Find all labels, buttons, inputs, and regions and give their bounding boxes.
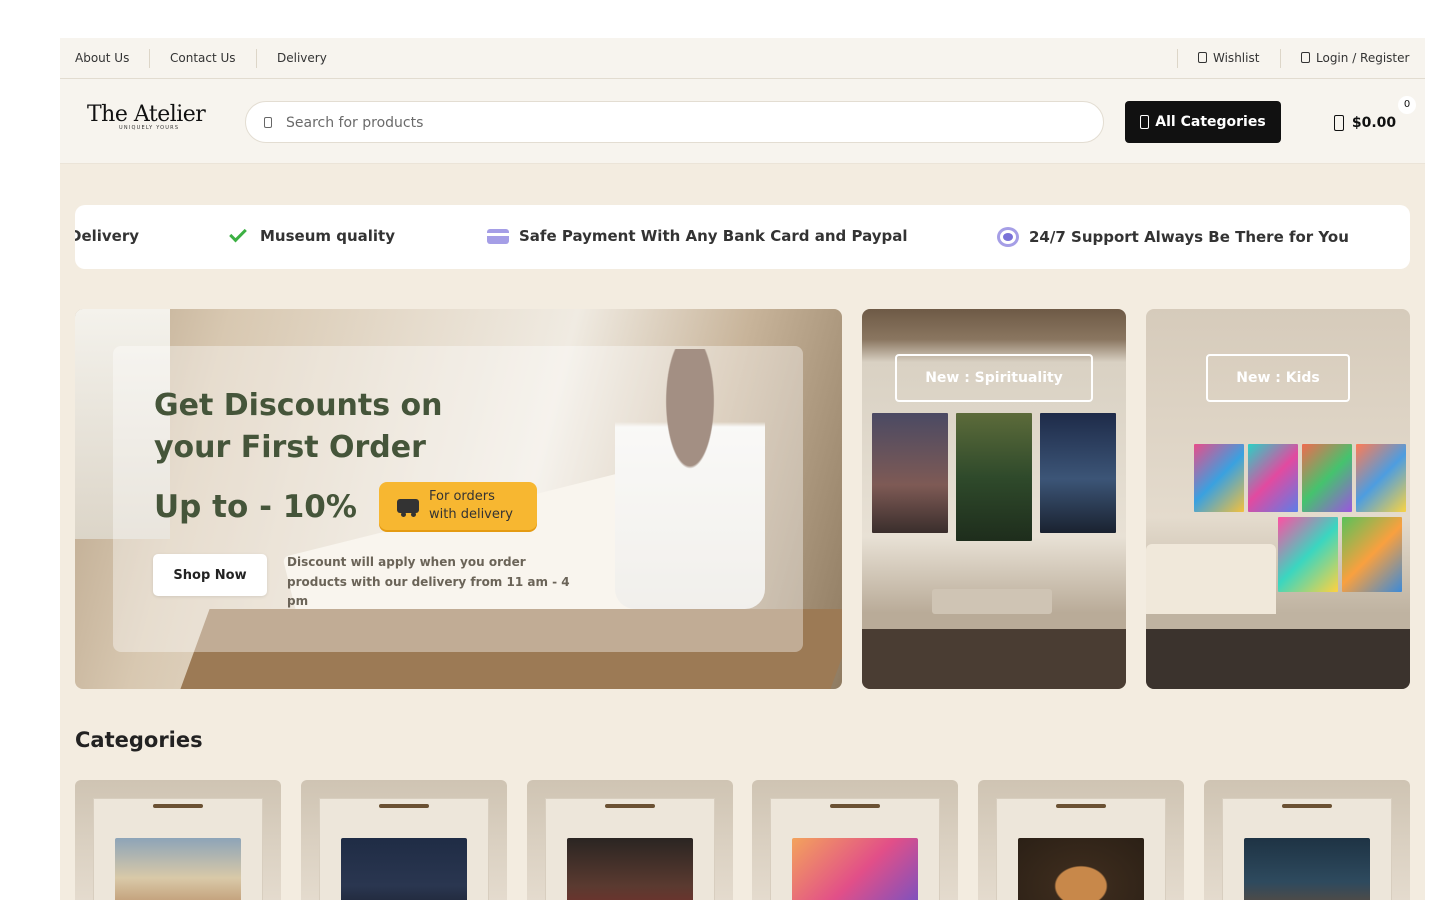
contact-us-link[interactable]: Contact Us <box>170 51 236 65</box>
about-us-link[interactable]: About Us <box>75 51 129 65</box>
floor <box>862 629 1126 689</box>
divider <box>1280 49 1281 68</box>
credit-card-icon <box>487 228 509 244</box>
picture-lamp <box>605 804 655 808</box>
floor <box>1146 629 1410 689</box>
promo-spirituality[interactable]: New : Spirituality <box>862 309 1126 689</box>
category-image <box>1244 838 1370 900</box>
category-card[interactable] <box>1204 780 1410 900</box>
picture-lamp <box>830 804 880 808</box>
category-image <box>792 838 918 900</box>
delivery-link[interactable]: Delivery <box>277 51 327 65</box>
user-icon <box>1301 52 1310 63</box>
search-bar <box>245 101 1104 143</box>
promo-spirituality-label[interactable]: New : Spirituality <box>895 354 1093 402</box>
logo-text: The Atelier <box>87 102 206 127</box>
feature-item: Safe Payment With Any Bank Card and Payp… <box>487 227 908 245</box>
feature-item: Museum quality <box>229 224 396 245</box>
kids-art-3 <box>1302 444 1352 512</box>
login-register-link[interactable]: Login / Register <box>1301 51 1409 65</box>
bench <box>932 589 1052 614</box>
check-icon <box>229 224 247 242</box>
kids-art-6 <box>1342 517 1402 592</box>
support-icon <box>997 227 1019 247</box>
kids-art-2 <box>1248 444 1298 512</box>
hero-title: Get Discounts on your First Order <box>154 388 443 465</box>
category-card[interactable] <box>978 780 1184 900</box>
spirituality-art-3 <box>1040 413 1116 533</box>
header: The Atelier UNIQUELY YOURS All Categorie… <box>60 79 1425 164</box>
divider <box>1177 49 1178 68</box>
divider <box>149 49 150 68</box>
features-strip: Delivery Museum quality Safe Payment Wit… <box>75 205 1410 269</box>
shop-now-button[interactable]: Shop Now <box>153 554 267 596</box>
page: About Us Contact Us Delivery Wishlist Lo… <box>60 38 1425 900</box>
kids-art-5 <box>1278 517 1338 592</box>
category-image <box>1018 838 1144 900</box>
hero-banner: Get Discounts on your First Order Up to … <box>75 309 842 689</box>
search-input[interactable] <box>286 111 1086 135</box>
delivery-badge: For orders with delivery <box>379 482 537 530</box>
truck-icon <box>397 499 419 517</box>
picture-lamp <box>1282 804 1332 808</box>
category-image <box>567 838 693 900</box>
search-icon[interactable] <box>264 117 272 128</box>
picture-lamp <box>1056 804 1106 808</box>
login-label: Login / Register <box>1316 51 1410 65</box>
top-bar: About Us Contact Us Delivery Wishlist Lo… <box>60 38 1425 79</box>
cart-button[interactable]: $0.00 <box>1320 107 1410 139</box>
kids-art-1 <box>1194 444 1244 512</box>
promo-kids[interactable]: New : Kids <box>1146 309 1410 689</box>
heart-icon <box>1198 52 1207 63</box>
site-logo[interactable]: The Atelier UNIQUELY YOURS <box>87 102 206 131</box>
hero-note: Discount will apply when you order produ… <box>287 555 570 608</box>
picture-lamp <box>153 804 203 808</box>
feature-label: Museum quality <box>260 227 396 245</box>
category-image <box>115 838 241 900</box>
categories-title: Categories <box>75 728 203 752</box>
kids-art-4 <box>1356 444 1406 512</box>
feature-label: 24/7 Support Always Be There for You <box>1029 228 1349 246</box>
feature-item: 24/7 Support Always Be There for You <box>997 227 1349 247</box>
menu-icon <box>1140 115 1150 129</box>
badge-text: For orders with delivery <box>429 489 513 522</box>
category-card[interactable] <box>75 780 281 900</box>
cart-icon <box>1333 115 1344 131</box>
spirituality-art-2 <box>956 413 1032 541</box>
promo-kids-label[interactable]: New : Kids <box>1206 354 1350 402</box>
cart-count-badge: 0 <box>1398 96 1416 114</box>
wishlist-label: Wishlist <box>1213 51 1260 65</box>
spirituality-art-1 <box>872 413 948 533</box>
picture-lamp <box>379 804 429 808</box>
feature-item: Delivery <box>75 227 139 245</box>
bed <box>1146 544 1276 614</box>
category-card[interactable] <box>752 780 958 900</box>
feature-label: Delivery <box>75 227 140 245</box>
category-card[interactable] <box>527 780 733 900</box>
hero-discount: Up to - 10% <box>154 489 357 525</box>
all-categories-button[interactable]: All Categories <box>1125 101 1281 143</box>
wishlist-link[interactable]: Wishlist <box>1198 51 1259 65</box>
category-image <box>341 838 467 900</box>
feature-label: Safe Payment With Any Bank Card and Payp… <box>519 227 908 245</box>
cart-total: $0.00 <box>1351 115 1397 131</box>
category-card[interactable] <box>301 780 507 900</box>
divider <box>256 49 257 68</box>
all-categories-label: All Categories <box>1155 114 1266 130</box>
